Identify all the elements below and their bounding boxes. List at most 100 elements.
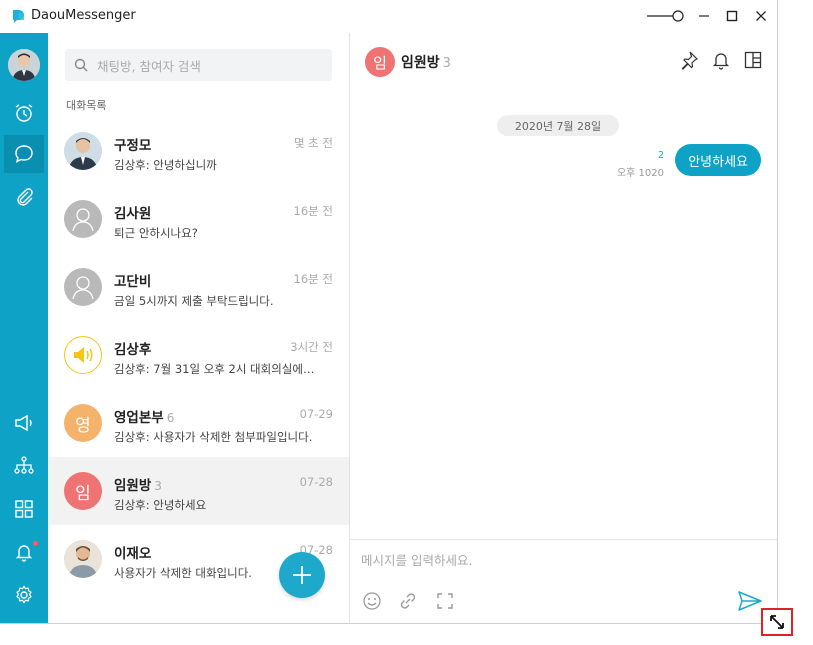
window-title: DaouMessenger [31, 8, 136, 23]
gear-icon [16, 585, 32, 604]
capture-frame-icon [437, 593, 453, 609]
minimize-button[interactable] [693, 6, 715, 26]
send-icon [738, 591, 762, 611]
chat-time: 07-29 [299, 407, 333, 421]
notification-toggle-button[interactable] [710, 49, 732, 71]
new-chat-button[interactable] [279, 552, 325, 598]
close-icon [756, 11, 766, 21]
paperclip-icon [17, 188, 33, 206]
user-photo-icon [64, 132, 102, 170]
opacity-slider[interactable] [646, 9, 686, 23]
avatar [64, 336, 102, 374]
default-person-icon [72, 276, 94, 300]
user-photo-icon [64, 540, 102, 578]
rail-files-button[interactable] [4, 178, 44, 216]
rail-apps-button[interactable] [4, 490, 44, 528]
search-input[interactable] [95, 49, 329, 83]
chat-preview: 퇴근 안하시나요? [114, 226, 198, 240]
search-icon [74, 58, 88, 72]
room-title: 임원방 3 [401, 55, 451, 71]
chat-item-김상후[interactable]: 김상후 3시간 전 김상후: 7월 31일 오후 2시 대회의실에서 회의가 있… [48, 321, 349, 389]
panel-layout-icon [744, 51, 762, 69]
chat-item-김사원[interactable]: 김사원 16분 전 퇴근 안하시나요? [48, 185, 349, 253]
avatar [64, 268, 102, 306]
room-avatar: 임 [365, 47, 395, 77]
unread-count: 2 [657, 150, 664, 161]
avatar [64, 200, 102, 238]
chat-item-영업본부[interactable]: 영 영업본부 6 07-29 김상후: 사용자가 삭제한 첨부파일입니다. [48, 389, 349, 457]
chat-item-고단비[interactable]: 고단비 16분 전 금일 5시까지 제출 부탁드립니다. [48, 253, 349, 321]
date-divider: 2020년 7월 28일 [497, 115, 619, 136]
message-input[interactable] [359, 548, 763, 576]
user-photo-icon [8, 49, 40, 81]
org-chart-icon [14, 456, 34, 474]
chat-time: 3시간 전 [290, 340, 333, 354]
avatar [64, 132, 102, 170]
member-count: 3 [154, 479, 162, 493]
maximize-icon [726, 10, 738, 22]
attach-link-button[interactable] [397, 590, 419, 612]
megaphone-icon [15, 414, 32, 432]
chat-preview: 김상후: 사용자가 삭제한 첨부파일입니다. [114, 430, 313, 444]
grid-icon [15, 500, 33, 518]
resize-diagonal-icon [770, 615, 784, 629]
title-bar: DaouMessenger [0, 0, 777, 33]
rail-settings-button[interactable] [4, 576, 44, 614]
plus-icon [293, 566, 311, 584]
clock-icon [15, 104, 33, 122]
member-count: 6 [166, 411, 175, 425]
chat-name: 영업본부 6 [114, 410, 175, 426]
rail-chat-button[interactable] [4, 135, 44, 173]
rail-alerts-button[interactable] [4, 533, 44, 571]
rail-org-button[interactable] [4, 447, 44, 485]
chat-name: 임원방 3 [114, 478, 162, 494]
bell-icon [15, 545, 33, 562]
link-icon [400, 593, 416, 609]
avatar: 영 [64, 404, 102, 442]
chat-name: 구정모 [114, 138, 152, 154]
rail-clock-button[interactable] [4, 94, 44, 132]
side-panel-toggle-button[interactable] [742, 49, 764, 71]
my-profile-avatar[interactable] [8, 49, 40, 81]
messenger-window: DaouMessenger 채팅방, 참여자 검색 대화목록 구정모 몇 초 전… [0, 0, 778, 624]
default-person-icon [72, 208, 94, 232]
chat-time: 16분 전 [293, 204, 333, 218]
chat-preview: 금일 5시까지 제출 부탁드립니다. [114, 294, 274, 308]
pin-button[interactable] [678, 49, 700, 71]
speaker-icon [74, 347, 93, 363]
chat-item-구정모[interactable]: 구정모 몇 초 전 김상후: 안녕하십니까 [48, 117, 349, 185]
bell-icon [712, 53, 730, 70]
search-box [65, 49, 332, 83]
emoji-button[interactable] [361, 590, 383, 612]
chat-time: 16분 전 [293, 272, 333, 286]
chat-time: 07-28 [299, 475, 333, 489]
chat-list-heading: 대화목록 [66, 99, 107, 112]
screen-capture-button[interactable] [434, 590, 456, 612]
smiley-icon [363, 592, 381, 610]
chat-name: 김상후 [114, 342, 152, 358]
rail-notice-button[interactable] [4, 404, 44, 442]
close-button[interactable] [750, 6, 772, 26]
conversation-panel: 임 임원방 3 2020년 7월 28일 2 오후 1020 안녕하세요 [350, 33, 777, 623]
message-time: 오후 1020 [616, 168, 664, 179]
app-logo-icon [13, 10, 24, 23]
chat-preview: 김상후: 안녕하세요 [114, 498, 207, 512]
chat-name: 김사원 [114, 206, 152, 222]
pin-icon [681, 51, 699, 70]
avatar [64, 540, 102, 578]
minimize-icon [699, 15, 709, 17]
window-resize-handle[interactable] [761, 608, 793, 636]
chat-name: 고단비 [114, 274, 152, 290]
chat-preview: 김상후: 7월 31일 오후 2시 대회의실에서 회의가 있습니다. [114, 362, 324, 376]
chat-list-panel: 대화목록 구정모 몇 초 전 김상후: 안녕하십니까 [48, 33, 350, 623]
chat-name: 이재오 [114, 546, 152, 562]
chat-item-임원방[interactable]: 임 임원방 3 07-28 김상후: 안녕하세요 [48, 457, 349, 525]
chat-preview: 김상후: 안녕하십니까 [114, 158, 217, 172]
room-member-count: 3 [442, 56, 451, 71]
alert-badge [33, 541, 38, 546]
nav-rail [0, 33, 48, 623]
chat-time: 몇 초 전 [293, 136, 333, 150]
maximize-button[interactable] [721, 6, 743, 26]
send-button[interactable] [737, 590, 763, 612]
my-message-bubble[interactable]: 안녕하세요 [675, 144, 761, 176]
